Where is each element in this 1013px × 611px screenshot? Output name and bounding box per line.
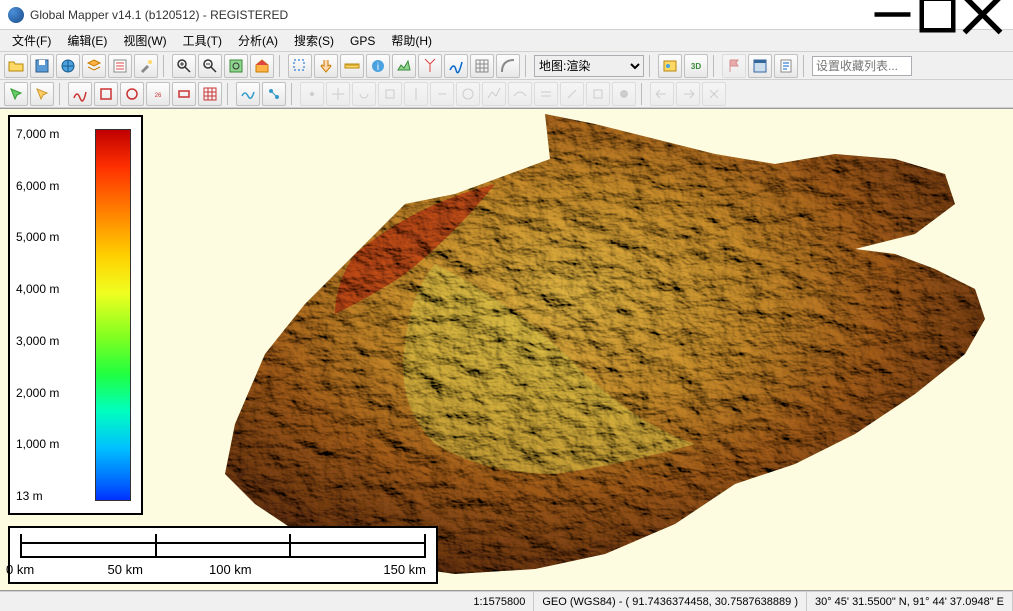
scalebar-label: 50 km (108, 562, 210, 577)
digit-freehand-icon[interactable] (68, 82, 92, 106)
menu-file[interactable]: 文件(F) (4, 30, 59, 51)
select-icon[interactable] (288, 54, 312, 78)
open-icon[interactable] (4, 54, 28, 78)
digit-area-icon[interactable] (94, 82, 118, 106)
profile-icon[interactable] (392, 54, 416, 78)
digit-trace-icon[interactable] (236, 82, 260, 106)
legend-tick: 4,000 m (16, 282, 59, 296)
antenna-icon[interactable] (418, 54, 442, 78)
menu-view[interactable]: 视图(W) (115, 30, 174, 51)
menu-help[interactable]: 帮助(H) (383, 30, 440, 51)
svg-text:i: i (377, 62, 379, 73)
edit-smooth-icon (508, 82, 532, 106)
edit-reverse-icon (560, 82, 584, 106)
digit-mesh-icon[interactable] (198, 82, 222, 106)
scalebar-label: 150 km (325, 562, 427, 577)
minimize-button[interactable] (870, 0, 915, 30)
legend-tick: 5,000 m (16, 230, 59, 244)
status-coords: 30° 45' 31.5500" N, 91° 44' 37.0948" E (807, 592, 1013, 611)
edit-rotate-icon (352, 82, 376, 106)
undo-icon (650, 82, 674, 106)
menu-tools[interactable]: 工具(T) (175, 30, 230, 51)
digit-rect-icon[interactable] (172, 82, 196, 106)
legend-tick: 1,000 m (16, 437, 59, 451)
zoom-in-icon[interactable] (172, 54, 196, 78)
window-icon[interactable] (748, 54, 772, 78)
menu-analysis[interactable]: 分析(A) (230, 30, 286, 51)
scalebar-label: 0 km (6, 562, 108, 577)
menubar: 文件(F) 编辑(E) 视图(W) 工具(T) 分析(A) 搜索(S) GPS … (0, 30, 1013, 52)
script-icon[interactable] (774, 54, 798, 78)
legend-gradient (95, 129, 131, 501)
legend-tick: 2,000 m (16, 386, 59, 400)
edit-move-icon (326, 82, 350, 106)
app-icon (8, 7, 24, 23)
legend-tick: 13 m (16, 489, 59, 503)
maximize-button[interactable] (915, 0, 960, 30)
path-icon[interactable] (444, 54, 468, 78)
svg-text:26: 26 (155, 93, 162, 99)
close-button[interactable] (960, 0, 1005, 30)
home-icon[interactable] (250, 54, 274, 78)
digit-point-icon[interactable] (4, 82, 28, 106)
window-title: Global Mapper v14.1 (b120512) - REGISTER… (30, 8, 870, 22)
edit-buffer-icon (456, 82, 480, 106)
window-controls (870, 0, 1005, 30)
arc-icon[interactable] (496, 54, 520, 78)
elevation-legend: 7,000 m 6,000 m 5,000 m 4,000 m 3,000 m … (8, 115, 143, 515)
statusbar: 1:1575800 GEO (WGS84) - ( 91.7436374458,… (0, 591, 1013, 611)
status-scale: 1:1575800 (465, 592, 534, 611)
flag-icon (722, 54, 746, 78)
legend-tick: 3,000 m (16, 334, 59, 348)
info-icon[interactable]: i (366, 54, 390, 78)
legend-tick: 7,000 m (16, 127, 59, 141)
edit-split-icon (404, 82, 428, 106)
globe-icon[interactable] (56, 54, 80, 78)
digit-cogo-icon[interactable]: 26 (146, 82, 170, 106)
edit-offset-icon (534, 82, 558, 106)
pan-icon[interactable] (314, 54, 338, 78)
favorites-input[interactable] (812, 56, 912, 76)
render-select[interactable]: 地图:渲染 (534, 55, 644, 77)
edit-close-icon (586, 82, 610, 106)
redo-icon (676, 82, 700, 106)
edit-simplify-icon (482, 82, 506, 106)
legend-ticks: 7,000 m 6,000 m 5,000 m 4,000 m 3,000 m … (16, 127, 59, 503)
layers-icon[interactable] (82, 54, 106, 78)
config-icon[interactable] (108, 54, 132, 78)
scale-bar: 0 km 50 km 100 km 150 km (8, 526, 438, 584)
view3d-icon[interactable]: 3D (684, 54, 708, 78)
zoom-out-icon[interactable] (198, 54, 222, 78)
digit-circle-icon[interactable] (120, 82, 144, 106)
edit-scale-icon (378, 82, 402, 106)
svg-text:3D: 3D (691, 62, 701, 71)
digit-line-icon[interactable] (30, 82, 54, 106)
digit-snap-icon[interactable] (262, 82, 286, 106)
terrain-layer (155, 108, 995, 591)
legend-tick: 6,000 m (16, 179, 59, 193)
zoom-extent-icon[interactable] (224, 54, 248, 78)
menu-edit[interactable]: 编辑(E) (59, 30, 115, 51)
edit-join-icon (430, 82, 454, 106)
map-viewport[interactable]: 7,000 m 6,000 m 5,000 m 4,000 m 3,000 m … (0, 108, 1013, 591)
titlebar: Global Mapper v14.1 (b120512) - REGISTER… (0, 0, 1013, 30)
edit-vertex-icon (300, 82, 324, 106)
menu-gps[interactable]: GPS (342, 32, 383, 50)
delete-icon (702, 82, 726, 106)
scalebar-label: 100 km (209, 562, 311, 577)
status-projection: GEO (WGS84) - ( 91.7436374458, 30.758763… (534, 592, 807, 611)
menu-search[interactable]: 搜索(S) (286, 30, 342, 51)
toolbar-main: i 地图:渲染 3D (0, 52, 1013, 80)
grid-icon[interactable] (470, 54, 494, 78)
toolbar-digitizer: 26 (0, 80, 1013, 108)
catalog-icon[interactable] (658, 54, 682, 78)
measure-icon[interactable] (340, 54, 364, 78)
edit-fill-icon (612, 82, 636, 106)
save-icon[interactable] (30, 54, 54, 78)
tools-icon[interactable] (134, 54, 158, 78)
